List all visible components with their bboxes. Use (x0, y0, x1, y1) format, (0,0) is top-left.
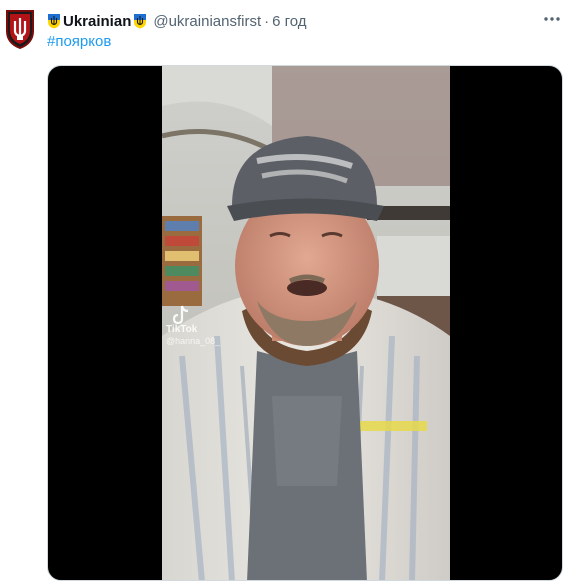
tweet-time[interactable]: 6 год (272, 13, 306, 30)
tweet-media[interactable]: TikTok @hanna_08_ (47, 65, 563, 581)
tiktok-logo-icon (172, 305, 189, 325)
hashtag-link[interactable]: #поярков (47, 33, 111, 50)
trident-shield-icon (6, 10, 34, 50)
ukraine-shield-icon (47, 13, 61, 29)
separator-dot: · (264, 12, 270, 30)
tiktok-watermark: TikTok (166, 324, 198, 335)
video-frame[interactable]: TikTok @hanna_08_ (162, 66, 450, 580)
author-name[interactable]: Ukrainian (63, 13, 131, 30)
tiktok-username: @hanna_08_ (166, 336, 221, 346)
avatar[interactable] (4, 9, 36, 50)
tweet-header: Ukrainian @ukrainiansfirst · 6 год (47, 10, 307, 32)
ukraine-shield-icon (133, 13, 147, 29)
more-icon[interactable] (540, 9, 564, 29)
author-handle[interactable]: @ukrainiansfirst (153, 13, 261, 30)
video-thumbnail (162, 66, 450, 580)
